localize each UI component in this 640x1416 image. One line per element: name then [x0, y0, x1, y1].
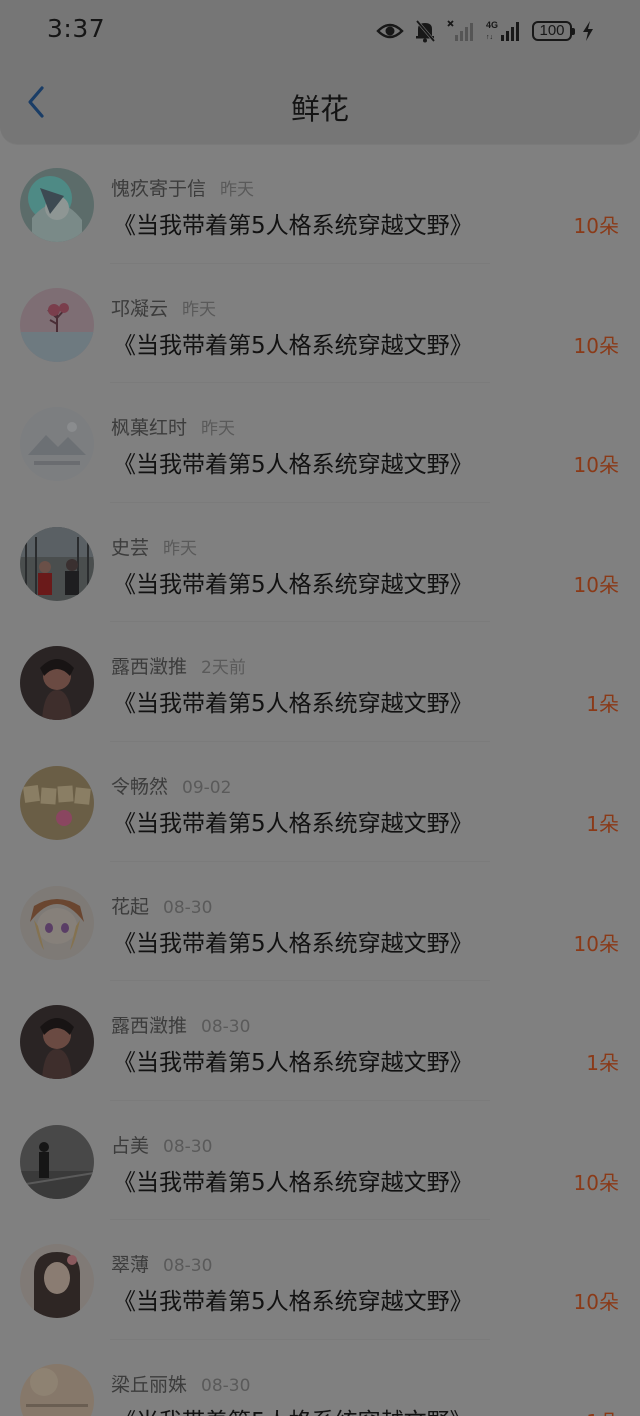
item-time: 昨天 — [163, 538, 198, 559]
avatar[interactable] — [20, 1124, 94, 1199]
user-name: 枫菓红时 昨天 — [111, 417, 236, 440]
book-title: 《当我带着第5人格系统穿越文野》 — [113, 1289, 473, 1316]
book-title: 《当我带着第5人格系统穿越文野》 — [113, 452, 473, 479]
item-time: 08-30 — [201, 1017, 251, 1038]
item-time: 09-02 — [182, 777, 232, 798]
avatar[interactable] — [20, 1244, 94, 1319]
user-name: 史芸 昨天 — [111, 536, 198, 559]
avatar[interactable] — [20, 526, 94, 601]
avatar[interactable] — [20, 1363, 94, 1416]
item-time: 08-30 — [163, 1256, 213, 1277]
eye-icon — [376, 21, 404, 41]
list-item[interactable]: 花起 08-30 《当我带着第5人格系统穿越文野》 10朵 — [0, 862, 640, 982]
user-name: 翠薄 08-30 — [111, 1254, 213, 1277]
user-name: 露西澂推 08-30 — [111, 1015, 251, 1038]
flower-count: 10朵 — [573, 1290, 619, 1315]
book-title: 《当我带着第5人格系统穿越文野》 — [113, 930, 473, 957]
nav-bar: 鲜花 — [0, 62, 640, 144]
book-title: 《当我带着第5人格系统穿越文野》 — [113, 1050, 473, 1077]
list-item[interactable]: 梁丘丽姝08-30 《当我带着第5人格系统穿越文野》 1朵 — [0, 1340, 640, 1416]
item-time: 2天前 — [201, 658, 246, 679]
user-name: 露西澂推 2天前 — [111, 656, 246, 679]
book-title: 《当我带着第5人格系统穿越文野》 — [113, 571, 473, 598]
user-name: 占美 08-30 — [111, 1134, 213, 1157]
list-item[interactable]: 露西澂推 08-30 《当我带着第5人格系统穿越文野》 1朵 — [0, 981, 640, 1101]
user-name: 梁丘丽姝 08-30 — [111, 1373, 251, 1396]
list-item[interactable]: 史芸 昨天 《当我带着第5人格系统穿越文野》 10朵 — [0, 503, 640, 623]
page-title: 鲜花 — [290, 92, 349, 126]
avatar[interactable] — [20, 885, 94, 960]
signal-no-sim-icon — [446, 19, 476, 43]
book-title: 《当我带着第5人格系统穿越文野》 — [113, 810, 473, 837]
item-time: 08-30 — [163, 1136, 213, 1157]
list-item[interactable]: 翠薄 08-30 《当我带着第5人格系统穿越文野》 10朵 — [0, 1220, 640, 1340]
flower-count: 10朵 — [573, 453, 619, 478]
item-time: 昨天 — [220, 180, 255, 200]
book-title: 《当我带着第5人格系统穿越文野》 — [113, 213, 473, 239]
avatar[interactable] — [20, 1005, 94, 1080]
flower-count: 10朵 — [573, 1170, 619, 1195]
avatar[interactable] — [20, 646, 94, 721]
list-item[interactable]: 露西澂推 2天前 《当我带着第5人格系统穿越文野》 1朵 — [0, 622, 640, 742]
flower-count: 1朵 — [586, 692, 619, 717]
user-name: 愧疚寄于信 昨天 — [111, 178, 255, 200]
status-time: 3:37 — [47, 14, 106, 43]
list-item[interactable]: 愧疚寄于信 昨天 《当我带着第5人格系统穿越文野》 10朵 — [0, 144, 640, 264]
battery-icon: 100 — [532, 21, 575, 41]
avatar[interactable] — [20, 168, 94, 242]
status-bar: 3:37 4G ↑↓ 100 — [0, 0, 640, 62]
avatar[interactable] — [20, 765, 94, 840]
item-time: 昨天 — [201, 419, 236, 440]
svg-text:4G: 4G — [486, 20, 498, 30]
flower-count: 10朵 — [573, 572, 619, 597]
book-title: 《当我带着第5人格系统穿越文野》 — [113, 1402, 473, 1416]
book-title: 《当我带着第5人格系统穿越文野》 — [113, 332, 473, 359]
flower-count: 1朵 — [586, 1406, 619, 1416]
flower-count: 1朵 — [586, 1051, 619, 1076]
flower-count: 10朵 — [573, 333, 619, 358]
flower-list: 愧疚寄于信 昨天 《当我带着第5人格系统穿越文野》 10朵 邛凝云 昨天 《当我带着… — [0, 144, 640, 1416]
list-item[interactable]: 占美 08-30 《当我带着第5人格系统穿越文野》 10朵 — [0, 1101, 640, 1221]
user-name: 令畅然 09-02 — [111, 775, 232, 798]
screen: 3:37 4G ↑↓ 100 鲜花 愧疚寄于信 昨天 《当我带着第5人格系统穿越… — [0, 0, 640, 1416]
book-title: 《当我带着第5人格系统穿越文野》 — [113, 691, 473, 718]
item-time: 08-30 — [163, 897, 213, 918]
list-item[interactable]: 令畅然 09-02 《当我带着第5人格系统穿越文野》 1朵 — [0, 742, 640, 862]
item-time: 08-30 — [201, 1375, 251, 1396]
flower-count: 10朵 — [573, 214, 619, 238]
charging-icon — [582, 20, 594, 42]
flower-count: 1朵 — [586, 811, 619, 836]
item-time: 昨天 — [182, 299, 217, 320]
avatar[interactable] — [20, 407, 94, 482]
signal-4g-icon: 4G ↑↓ — [486, 19, 522, 43]
svg-text:↑↓: ↑↓ — [486, 34, 493, 41]
list-item[interactable]: 邛凝云 昨天 《当我带着第5人格系统穿越文野》 10朵 — [0, 264, 640, 384]
user-name: 花起 08-30 — [111, 895, 213, 918]
bell-muted-icon — [414, 19, 436, 43]
avatar[interactable] — [20, 287, 94, 362]
list-item[interactable]: 枫菓红时 昨天 《当我带着第5人格系统穿越文野》 10朵 — [0, 383, 640, 503]
flower-count: 10朵 — [573, 931, 619, 956]
status-icons: 4G ↑↓ 100 — [376, 17, 594, 45]
user-name: 邛凝云 昨天 — [111, 297, 217, 320]
book-title: 《当我带着第5人格系统穿越文野》 — [113, 1169, 473, 1196]
